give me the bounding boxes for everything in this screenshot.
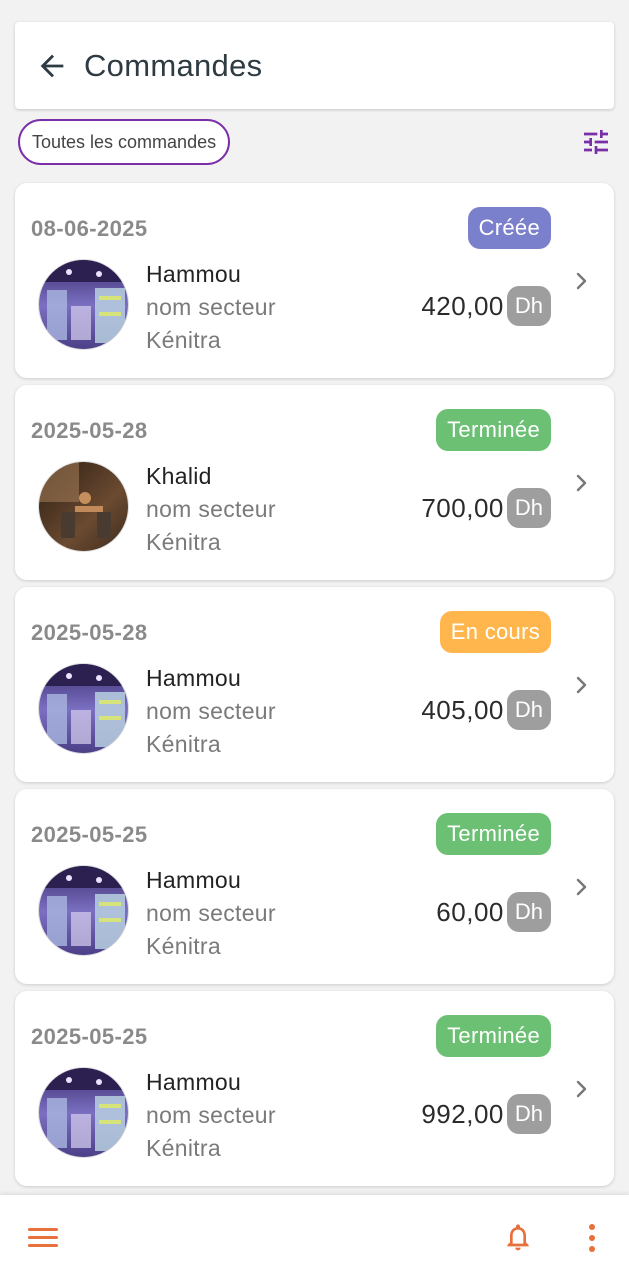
filter-settings-button[interactable] — [578, 125, 614, 159]
chevron-right-icon — [572, 471, 592, 495]
client-city: Kénitra — [146, 529, 221, 555]
hamburger-menu-icon — [28, 1228, 58, 1247]
orders-list: 08-06-2025 Créée Hammou nom secteur Kéni… — [15, 183, 614, 1193]
filter-chip-all-orders[interactable]: Toutes les commandes — [18, 119, 231, 165]
order-amount: 405,00 Dh — [421, 690, 551, 730]
currency-badge: Dh — [506, 1094, 551, 1134]
notifications-button[interactable] — [502, 1219, 534, 1255]
client-avatar — [38, 461, 129, 552]
bell-icon — [507, 1224, 529, 1251]
order-card[interactable]: 08-06-2025 Créée Hammou nom secteur Kéni… — [15, 183, 614, 378]
client-sector: nom secteur — [146, 900, 276, 926]
chevron-right-icon — [572, 1077, 592, 1101]
order-amount: 420,00 Dh — [421, 286, 551, 326]
client-avatar — [38, 1067, 129, 1158]
client-sector: nom secteur — [146, 698, 276, 724]
order-date: 08-06-2025 — [31, 216, 148, 241]
order-amount: 60,00 Dh — [436, 892, 551, 932]
client-city: Kénitra — [146, 1135, 221, 1161]
status-badge: Terminée — [436, 409, 551, 451]
arrow-left-icon — [40, 54, 64, 77]
order-date: 2025-05-28 — [31, 418, 148, 443]
currency-badge: Dh — [506, 488, 551, 528]
status-badge: En cours — [439, 611, 551, 653]
bottom-bar — [0, 1195, 629, 1280]
client-sector: nom secteur — [146, 496, 276, 522]
currency-badge: Dh — [506, 286, 551, 326]
order-amount: 700,00 Dh — [421, 488, 551, 528]
menu-button[interactable] — [27, 1223, 59, 1253]
client-name: Khalid — [146, 463, 212, 489]
chevron-right-icon — [572, 269, 592, 293]
client-name: Hammou — [146, 1069, 242, 1095]
filter-row: Toutes les commandes — [18, 119, 614, 165]
chevron-right-icon — [572, 875, 592, 899]
order-card[interactable]: 2025-05-25 Terminée Hammou nom secteur K… — [15, 991, 614, 1186]
amount-value: 405,00 — [421, 694, 504, 725]
client-name: Hammou — [146, 867, 242, 893]
amount-value: 700,00 — [421, 492, 504, 523]
tune-sliders-icon — [584, 130, 608, 154]
order-date: 2025-05-28 — [31, 620, 148, 645]
client-city: Kénitra — [146, 327, 221, 353]
client-city: Kénitra — [146, 933, 221, 959]
client-avatar — [38, 865, 129, 956]
more-vertical-icon — [589, 1224, 595, 1252]
order-date: 2025-05-25 — [31, 1024, 148, 1049]
client-avatar — [38, 663, 129, 754]
order-card[interactable]: 2025-05-28 En cours Hammou nom secteur K… — [15, 587, 614, 782]
order-amount: 992,00 Dh — [421, 1094, 551, 1134]
page-title: Commandes — [84, 47, 263, 83]
amount-value: 420,00 — [421, 290, 504, 321]
more-options-button[interactable] — [582, 1221, 602, 1255]
status-badge: Terminée — [436, 813, 551, 855]
order-card[interactable]: 2025-05-25 Terminée Hammou nom secteur K… — [15, 789, 614, 984]
client-name: Hammou — [146, 665, 242, 691]
app-header: Commandes — [15, 22, 614, 109]
chevron-right-icon — [572, 673, 592, 697]
currency-badge: Dh — [506, 690, 551, 730]
status-badge: Créée — [467, 207, 551, 249]
order-card[interactable]: 2025-05-28 Terminée Khalid nom secteur K… — [15, 385, 614, 580]
client-sector: nom secteur — [146, 294, 276, 320]
order-date: 2025-05-25 — [31, 822, 148, 847]
amount-value: 60,00 — [436, 896, 504, 927]
client-city: Kénitra — [146, 731, 221, 757]
currency-badge: Dh — [506, 892, 551, 932]
client-name: Hammou — [146, 261, 242, 287]
client-sector: nom secteur — [146, 1102, 276, 1128]
amount-value: 992,00 — [421, 1098, 504, 1129]
status-badge: Terminée — [436, 1015, 551, 1057]
back-button[interactable] — [22, 36, 82, 96]
client-avatar — [38, 259, 129, 350]
